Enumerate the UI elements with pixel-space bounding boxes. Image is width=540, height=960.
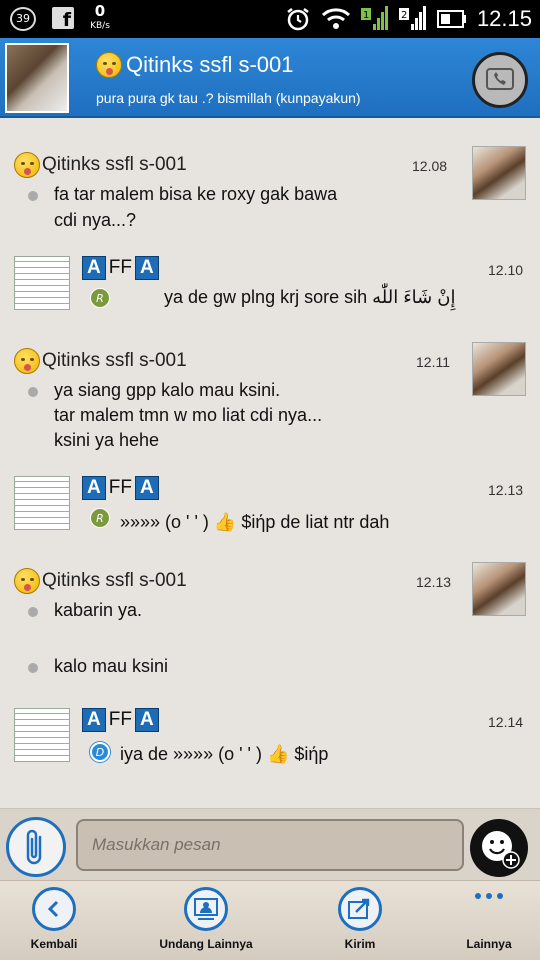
message-item[interactable]: A FF A 12.13 R »»»» (o ' ' ) 👍 $iήp de lia… [0, 470, 540, 560]
phone-icon [486, 68, 514, 90]
sender-avatar[interactable] [14, 256, 70, 310]
delivered-status-badge: D [90, 742, 110, 762]
smiley-add-icon [482, 831, 520, 869]
sim2-label: 2 [401, 10, 407, 21]
more-options-label: Lainnya [466, 937, 512, 951]
sender-name: Qitinks ssfl s-001 [42, 154, 187, 175]
sender-name-part: A [134, 256, 159, 280]
contact-avatar[interactable] [5, 43, 69, 113]
message-sender: Qitinks ssfl s-001 [14, 568, 187, 594]
message-sender: Qitinks ssfl s-001 [14, 152, 187, 178]
more-options-button[interactable]: Lainnya [454, 887, 524, 951]
sender-name-part: A [134, 708, 159, 732]
message-sender: A FF A [82, 256, 159, 280]
read-status-badge: R [90, 508, 110, 528]
signal-sim1-icon: 1 [360, 6, 388, 30]
message-text: fa tar malem bisa ke roxy gak bawa [54, 184, 338, 204]
more-dots-icon [454, 887, 524, 931]
sender-name-part: A [134, 476, 159, 500]
contact-status: pura pura gk tau .? bismillah (kunpayaku… [96, 90, 361, 106]
message-sender: Qitinks ssfl s-001 [14, 348, 187, 374]
message-text: cdi nya...? [54, 210, 137, 230]
bullet-dot [28, 663, 38, 673]
sender-avatar[interactable] [14, 476, 70, 530]
battery-icon [436, 10, 466, 28]
send-icon [338, 887, 382, 931]
send-label: Kirim [344, 937, 376, 951]
network-speed-value: 0 [94, 2, 106, 20]
sender-avatar[interactable] [14, 708, 70, 762]
paperclip-icon [26, 829, 42, 865]
network-speed-unit: KB/s [90, 21, 110, 31]
bottom-navigation: Kembali Undang Lainnya Kirim Lainnya [0, 880, 540, 960]
read-status-badge: R [90, 288, 110, 308]
invite-more-button[interactable]: Undang Lainnya [146, 887, 266, 951]
message-item[interactable]: A FF A 12.14 D iya de »»»» (o ' ' ) 👍 $iήp [0, 702, 540, 792]
message-time: 12.08 [412, 158, 448, 174]
sender-avatar[interactable] [472, 342, 526, 396]
sender-name-part: A [82, 708, 106, 732]
message-item[interactable]: Qitinks ssfl s-001 12.13 kabarin ya. kal… [0, 562, 540, 692]
shush-emoji-icon [96, 52, 122, 78]
shush-emoji-icon [14, 348, 40, 374]
message-time: 12.11 [416, 354, 450, 370]
bullet-dot [28, 191, 38, 201]
message-time: 12.10 [488, 262, 524, 278]
message-text: ya siang gpp kalo mau ksini. [54, 380, 281, 400]
sender-name: Qitinks ssfl s-001 [42, 350, 187, 371]
sender-avatar[interactable] [472, 562, 526, 616]
message-item[interactable]: A FF A 12.10 R ya de gw plng krj sore sih … [0, 248, 540, 338]
message-time: 12.14 [488, 714, 524, 730]
status-time: 12.15 [476, 6, 532, 31]
facebook-icon: f [52, 7, 74, 31]
bullet-dot [28, 607, 38, 617]
sim1-label: 1 [363, 10, 369, 21]
status-bar: 39 f 0 KB/s 1 2 12.15 [0, 0, 540, 38]
message-item[interactable]: Qitinks ssfl s-001 12.11 ya siang gpp ka… [0, 338, 540, 468]
chat-header: Qitinks ssfl s-001 pura pura gk tau .? b… [0, 38, 540, 118]
message-text: »»»» (o ' ' ) 👍 $iήp de liat ntr dah [120, 512, 390, 532]
message-text: kabarin ya. [54, 600, 143, 620]
sender-name-part: FF [108, 477, 132, 498]
bullet-dot [28, 387, 38, 397]
voice-call-button[interactable] [472, 52, 528, 108]
contact-name-text: Qitinks ssfl s-001 [126, 52, 294, 77]
sender-name-part: A [82, 256, 106, 280]
invite-more-label: Undang Lainnya [159, 937, 253, 951]
back-label: Kembali [30, 937, 78, 951]
message-input[interactable] [76, 819, 464, 871]
send-button[interactable]: Kirim [330, 887, 390, 951]
wifi-icon [321, 8, 350, 29]
sender-avatar[interactable] [472, 146, 526, 200]
network-speed: 0 KB/s [84, 2, 116, 32]
attach-button[interactable] [6, 817, 66, 877]
signal-sim2-icon: 2 [398, 6, 426, 30]
message-sender: A FF A [82, 476, 159, 500]
message-sender: A FF A [82, 708, 159, 732]
chat-messages[interactable]: Qitinks ssfl s-001 12.08 fa tar malem bi… [0, 118, 540, 808]
shush-emoji-icon [14, 152, 40, 178]
message-text: iya de »»»» (o ' ' ) 👍 $iήp [120, 744, 329, 764]
back-button[interactable]: Kembali [24, 887, 84, 951]
message-text: tar malem tmn w mo liat cdi nya... [54, 405, 323, 425]
invite-contact-icon [184, 887, 228, 931]
message-text: ya de gw plng krj sore sih إِنْ شَاءَ ال… [164, 287, 456, 307]
message-text: kalo mau ksini [54, 656, 169, 676]
sender-name-part: FF [108, 257, 132, 278]
message-time: 12.13 [416, 574, 452, 590]
shush-emoji-icon [14, 568, 40, 594]
alarm-icon [287, 8, 309, 31]
message-text: ksini ya hehe [54, 430, 160, 450]
sender-name-part: FF [108, 709, 132, 730]
message-item[interactable]: Qitinks ssfl s-001 12.08 fa tar malem bi… [0, 118, 540, 238]
sender-name-part: A [82, 476, 106, 500]
notification-count-badge: 39 [10, 7, 36, 31]
contact-name[interactable]: Qitinks ssfl s-001 [96, 52, 294, 78]
back-arrow-icon [32, 887, 76, 931]
sender-name: Qitinks ssfl s-001 [42, 570, 187, 591]
message-time: 12.13 [488, 482, 524, 498]
emoticon-button[interactable] [470, 819, 528, 877]
message-composer [0, 808, 540, 880]
